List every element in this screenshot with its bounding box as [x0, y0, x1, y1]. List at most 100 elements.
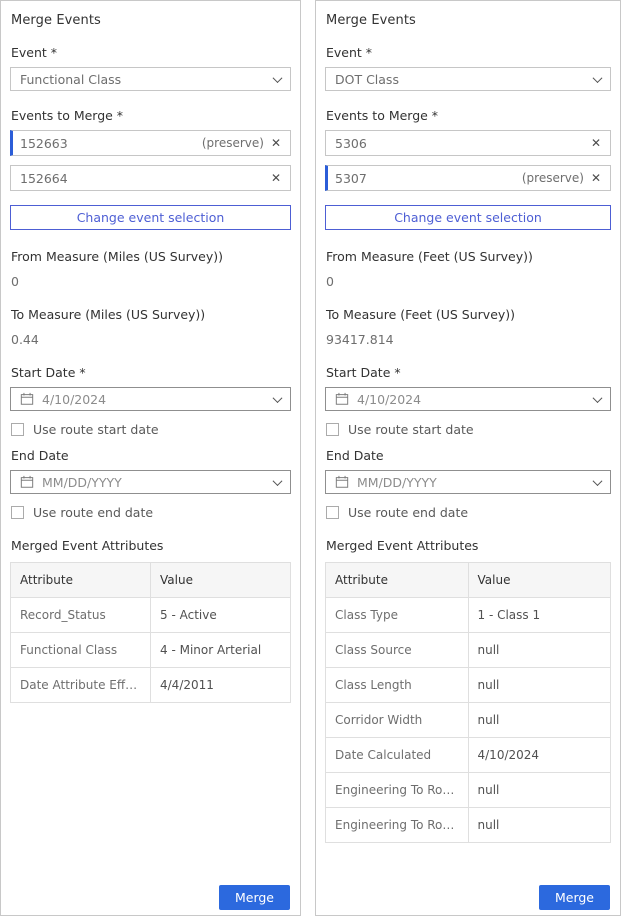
- events-to-merge-label: Events to Merge *: [326, 108, 611, 123]
- table-row: Class Type 1 - Class 1: [326, 598, 611, 633]
- attribute-value: null: [468, 668, 611, 703]
- attribute-name: Engineering To RouteID: [326, 773, 469, 808]
- table-row: Corridor Width null: [326, 703, 611, 738]
- chevron-down-icon: [273, 393, 283, 403]
- event-select[interactable]: Functional Class: [10, 67, 291, 91]
- attribute-value: 4/10/2024: [468, 738, 611, 773]
- to-measure-value: 93417.814: [326, 332, 611, 347]
- end-date-placeholder: MM/DD/YYYY: [42, 475, 258, 490]
- attribute-value: null: [468, 808, 611, 843]
- chevron-down-icon: [273, 73, 283, 83]
- table-row: Class Source null: [326, 633, 611, 668]
- from-measure-label: From Measure (Miles (US Survey)): [11, 249, 291, 264]
- table-header-row: Attribute Value: [326, 563, 611, 598]
- merged-attributes-title: Merged Event Attributes: [326, 538, 611, 553]
- event-select-value: Functional Class: [20, 72, 121, 87]
- change-event-selection-button[interactable]: Change event selection: [325, 205, 611, 230]
- to-measure-value: 0.44: [11, 332, 291, 347]
- merge-events-workspace: Merge Events Event * Functional Class Ev…: [0, 0, 621, 917]
- attribute-name: Date Attribute Effective: [11, 668, 151, 703]
- chevron-down-icon: [273, 476, 283, 486]
- merged-attributes-title: Merged Event Attributes: [11, 538, 291, 553]
- attribute-value: 4/4/2011: [151, 668, 291, 703]
- attribute-column-header: Attribute: [11, 563, 151, 598]
- attribute-name: Record_Status: [11, 598, 151, 633]
- preserve-tag: (preserve): [522, 171, 584, 185]
- start-date-input[interactable]: 4/10/2024: [10, 387, 291, 411]
- attribute-name: Corridor Width: [326, 703, 469, 738]
- from-measure-value: 0: [11, 274, 291, 289]
- event-label: Event *: [11, 45, 291, 60]
- use-route-start-date-checkbox[interactable]: [11, 423, 24, 436]
- attribute-name: Engineering To Route ...: [326, 808, 469, 843]
- start-date-input[interactable]: 4/10/2024: [325, 387, 611, 411]
- attribute-name: Class Type: [326, 598, 469, 633]
- table-row: Date Attribute Effective 4/4/2011: [11, 668, 291, 703]
- to-measure-label: To Measure (Miles (US Survey)): [11, 307, 291, 322]
- merge-events-panel-left: Merge Events Event * Functional Class Ev…: [0, 0, 301, 916]
- end-date-label: End Date: [11, 448, 291, 463]
- use-route-start-date-row: Use route start date: [326, 422, 611, 437]
- event-to-merge-input[interactable]: 152663 (preserve) ✕: [10, 130, 291, 156]
- use-route-end-date-label: Use route end date: [348, 505, 468, 520]
- table-row: Class Length null: [326, 668, 611, 703]
- to-measure-label: To Measure (Feet (US Survey)): [326, 307, 611, 322]
- page-title: Merge Events: [11, 13, 291, 28]
- merged-attributes-table: Attribute Value Record_Status 5 - Active…: [10, 562, 291, 703]
- chevron-down-icon: [593, 476, 603, 486]
- attribute-name: Class Length: [326, 668, 469, 703]
- event-id: 152663: [20, 136, 202, 151]
- calendar-icon: [20, 475, 34, 489]
- attribute-name: Functional Class: [11, 633, 151, 668]
- page-title: Merge Events: [326, 13, 611, 28]
- end-date-input[interactable]: MM/DD/YYYY: [325, 470, 611, 494]
- event-id: 152664: [20, 171, 271, 186]
- chevron-down-icon: [593, 393, 603, 403]
- attribute-value: null: [468, 703, 611, 738]
- merge-events-panel-right: Merge Events Event * DOT Class Events to…: [315, 0, 621, 916]
- table-row: Date Calculated 4/10/2024: [326, 738, 611, 773]
- table-header-row: Attribute Value: [11, 563, 291, 598]
- merge-button[interactable]: Merge: [219, 885, 290, 910]
- change-event-selection-button[interactable]: Change event selection: [10, 205, 291, 230]
- start-date-value: 4/10/2024: [42, 392, 258, 407]
- event-to-merge-input[interactable]: 5307 (preserve) ✕: [325, 165, 611, 191]
- attribute-name: Date Calculated: [326, 738, 469, 773]
- event-select-value: DOT Class: [335, 72, 399, 87]
- event-to-merge-input[interactable]: 5306 ✕: [325, 130, 611, 156]
- end-date-placeholder: MM/DD/YYYY: [357, 475, 578, 490]
- event-id: 5306: [335, 136, 591, 151]
- table-row: Functional Class 4 - Minor Arterial: [11, 633, 291, 668]
- remove-event-icon[interactable]: ✕: [591, 172, 601, 184]
- use-route-start-date-label: Use route start date: [33, 422, 159, 437]
- value-column-header: Value: [151, 563, 291, 598]
- table-row: Engineering To Route ... null: [326, 808, 611, 843]
- calendar-icon: [20, 392, 34, 406]
- start-date-value: 4/10/2024: [357, 392, 578, 407]
- attribute-value: 5 - Active: [151, 598, 291, 633]
- use-route-end-date-label: Use route end date: [33, 505, 153, 520]
- attribute-name: Class Source: [326, 633, 469, 668]
- preserve-tag: (preserve): [202, 136, 264, 150]
- attribute-value: 1 - Class 1: [468, 598, 611, 633]
- table-row: Record_Status 5 - Active: [11, 598, 291, 633]
- event-select[interactable]: DOT Class: [325, 67, 611, 91]
- end-date-input[interactable]: MM/DD/YYYY: [10, 470, 291, 494]
- use-route-start-date-checkbox[interactable]: [326, 423, 339, 436]
- chevron-down-icon: [593, 73, 603, 83]
- event-label: Event *: [326, 45, 611, 60]
- attribute-value: 4 - Minor Arterial: [151, 633, 291, 668]
- remove-event-icon[interactable]: ✕: [271, 137, 281, 149]
- use-route-end-date-checkbox[interactable]: [326, 506, 339, 519]
- remove-event-icon[interactable]: ✕: [591, 137, 601, 149]
- use-route-end-date-row: Use route end date: [326, 505, 611, 520]
- event-id: 5307: [335, 171, 522, 186]
- use-route-end-date-checkbox[interactable]: [11, 506, 24, 519]
- end-date-label: End Date: [326, 448, 611, 463]
- attribute-value: null: [468, 773, 611, 808]
- table-row: Engineering To RouteID null: [326, 773, 611, 808]
- use-route-start-date-label: Use route start date: [348, 422, 474, 437]
- merge-button[interactable]: Merge: [539, 885, 610, 910]
- remove-event-icon[interactable]: ✕: [271, 172, 281, 184]
- event-to-merge-input[interactable]: 152664 ✕: [10, 165, 291, 191]
